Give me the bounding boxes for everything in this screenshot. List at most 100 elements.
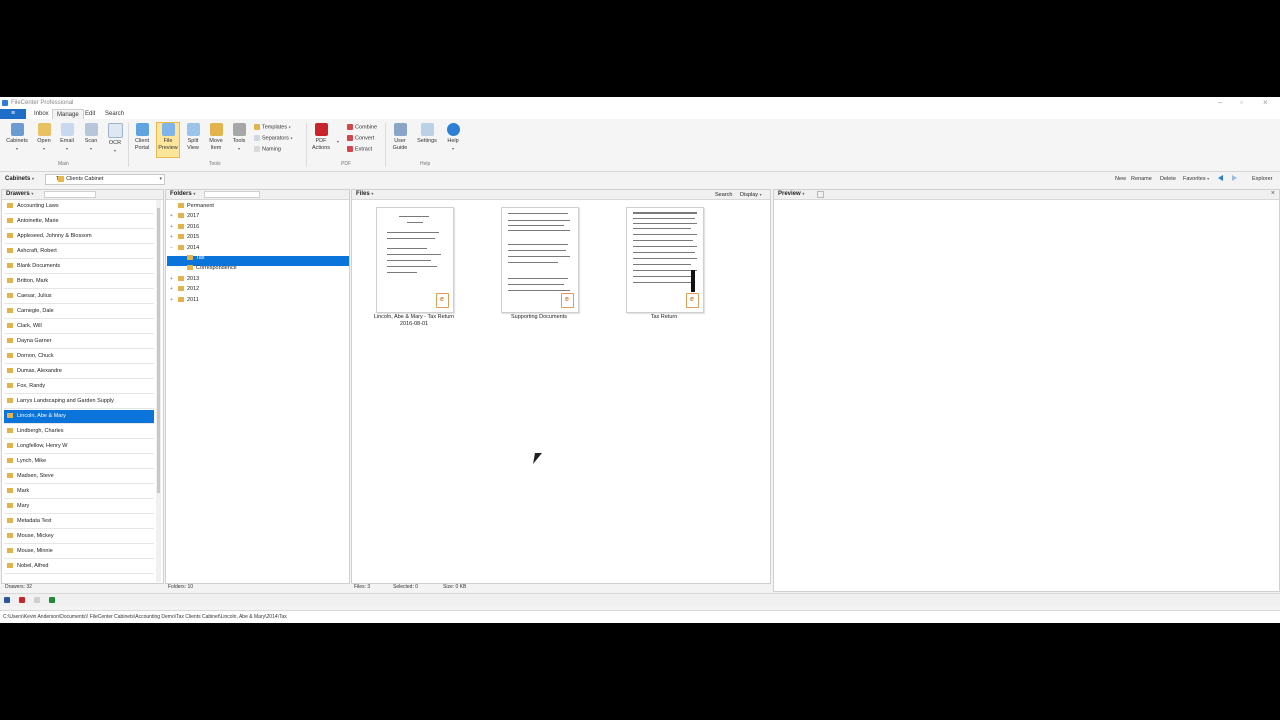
drawer-item[interactable]: Britton, Mark	[4, 275, 154, 289]
forward-arrow-icon[interactable]	[1232, 175, 1237, 181]
file-thumbnail[interactable]: Lincoln, Abe & Mary - Tax Return 2016-08…	[368, 207, 460, 329]
blank-document-icon[interactable]	[34, 597, 40, 603]
tab-manage[interactable]: Manage	[52, 109, 84, 119]
tab-edit[interactable]: Edit	[81, 109, 99, 119]
explorer-link[interactable]: Explorer	[1252, 176, 1272, 182]
drawer-item[interactable]: Madsen, Steve	[4, 470, 154, 484]
folder-item[interactable]: +2012	[170, 284, 199, 294]
expand-toggle-icon[interactable]: −	[170, 243, 175, 253]
pdf-actions-button[interactable]: PDF Actions	[310, 123, 332, 152]
drawers-scrollbar[interactable]	[156, 200, 161, 582]
folder-item[interactable]: +2017	[170, 211, 199, 221]
file-preview-button[interactable]: File Preview	[156, 122, 180, 158]
drawer-item[interactable]: Antoinette, Marie	[4, 215, 154, 229]
pdf-icon[interactable]	[19, 597, 25, 603]
app-menu-button[interactable]: ≡	[0, 109, 26, 119]
drawer-item[interactable]: Carnegie, Dale	[4, 305, 154, 319]
group-label-pdf: PDF	[341, 161, 351, 167]
drawer-item[interactable]: Lynch, Mike	[4, 455, 154, 469]
tools-button[interactable]: Tools ▾	[228, 123, 250, 153]
drawer-item[interactable]: Blank Documents	[4, 260, 154, 274]
files-display-link[interactable]: Display ▾	[740, 192, 762, 198]
minimize-icon[interactable]: –	[1218, 98, 1222, 107]
split-view-button[interactable]: Split View	[182, 123, 204, 152]
user-guide-button[interactable]: User Guide	[389, 123, 411, 152]
settings-button[interactable]: Settings	[416, 123, 438, 145]
drawers-filter-input[interactable]	[44, 191, 96, 198]
convert-button[interactable]: Convert	[347, 135, 374, 141]
file-thumbnail[interactable]: Tax Return	[618, 207, 710, 329]
pdf-actions-caret[interactable]: ▾	[337, 139, 339, 144]
expand-toggle-icon[interactable]: +	[170, 232, 175, 242]
folder-item[interactable]: Tax	[179, 253, 205, 263]
rename-link[interactable]: Rename	[1131, 176, 1152, 182]
folders-title[interactable]: Folders ▾	[170, 191, 195, 197]
file-thumbnail[interactable]: Supporting Documents	[493, 207, 585, 329]
expand-toggle-icon[interactable]: +	[170, 211, 175, 221]
extract-button[interactable]: Extract	[347, 146, 372, 152]
drawer-item[interactable]: Mouse, Mickey	[4, 530, 154, 544]
tab-search[interactable]: Search	[101, 109, 128, 119]
ocr-button[interactable]: OCR ▾	[104, 123, 126, 155]
client-portal-button[interactable]: Client Portal	[131, 123, 153, 152]
drawer-item[interactable]: Dornon, Chuck	[4, 350, 154, 364]
folder-item[interactable]: Correspondence	[179, 263, 237, 273]
drawer-item[interactable]: Longfellow, Henry W	[4, 440, 154, 454]
folder-item[interactable]: Permanent	[170, 201, 214, 211]
templates-button[interactable]: Templates ▾	[254, 124, 291, 130]
expand-toggle-icon[interactable]: +	[170, 274, 175, 284]
files-title[interactable]: Files ▾	[356, 191, 373, 197]
favorites-link[interactable]: Favorites ▾	[1183, 176, 1209, 182]
drawer-item[interactable]: Larrys Landscaping and Garden Supply	[4, 395, 154, 409]
drawer-item[interactable]: Nobel, Alfred	[4, 560, 154, 574]
email-button[interactable]: Email ▾	[56, 123, 78, 153]
cabinet-select[interactable]: Tax Clients Cabinet ▾	[45, 174, 165, 185]
drawer-item[interactable]: Mark	[4, 485, 154, 499]
close-icon[interactable]: ×	[1263, 98, 1268, 107]
expand-toggle-icon[interactable]: +	[170, 295, 175, 305]
expand-toggle-icon[interactable]: +	[170, 284, 175, 294]
drawer-item[interactable]: Lincoln, Abe & Mary	[4, 410, 154, 424]
scan-button[interactable]: Scan ▾	[80, 123, 102, 153]
combine-button[interactable]: Combine	[347, 124, 377, 130]
delete-link[interactable]: Delete	[1160, 176, 1176, 182]
drawer-item[interactable]: Caesar, Julius	[4, 290, 154, 304]
folder-item[interactable]: − 2014	[170, 243, 199, 253]
cabinets-button[interactable]: Cabinets ▾	[6, 123, 28, 153]
scrollbar-thumb[interactable]	[157, 208, 160, 493]
drawers-title[interactable]: Drawers ▾	[6, 191, 33, 197]
excel-icon[interactable]	[49, 597, 55, 603]
maximize-icon[interactable]: ▫	[1240, 98, 1243, 107]
word-icon[interactable]	[4, 597, 10, 603]
drawer-item[interactable]: Ashcraft, Robert	[4, 245, 154, 259]
files-search-link[interactable]: Search	[715, 192, 732, 198]
drawer-item[interactable]: Dayna Garner	[4, 335, 154, 349]
folder-item[interactable]: +2015	[170, 232, 199, 242]
drawer-item[interactable]: Fox, Randy	[4, 380, 154, 394]
tab-inbox[interactable]: Inbox	[30, 109, 53, 119]
drawer-item[interactable]: Mary	[4, 500, 154, 514]
drawer-item[interactable]: Mouse, Minnie	[4, 545, 154, 559]
drawer-item[interactable]: Dumas, Alexandre	[4, 365, 154, 379]
drawer-item[interactable]: Lindbergh, Charles	[4, 425, 154, 439]
folder-item[interactable]: +2013	[170, 274, 199, 284]
separators-button[interactable]: Separators ▾	[254, 135, 292, 141]
new-link[interactable]: New	[1115, 176, 1126, 182]
drawer-item[interactable]: Metadata Test	[4, 515, 154, 529]
folders-filter-input[interactable]	[204, 191, 260, 198]
drawer-item[interactable]: Appleseed, Johnny & Blossom	[4, 230, 154, 244]
expand-toggle-icon[interactable]: +	[170, 222, 175, 232]
drawer-item[interactable]: Accounting Laws	[4, 200, 154, 214]
folder-icon	[178, 296, 184, 302]
help-button[interactable]: Help ▾	[442, 123, 464, 153]
naming-button[interactable]: Naming	[254, 146, 281, 152]
folder-item[interactable]: +2011	[170, 295, 199, 305]
cabinets-label[interactable]: Cabinets ▾	[5, 176, 34, 182]
back-arrow-icon[interactable]	[1218, 175, 1223, 181]
drawer-item[interactable]: Clark, Will	[4, 320, 154, 334]
open-button[interactable]: Open ▾	[33, 123, 55, 153]
folder-item[interactable]: +2016	[170, 222, 199, 232]
preview-close-icon[interactable]: ×	[1271, 190, 1275, 197]
move-item-button[interactable]: Move Item	[205, 123, 227, 152]
preview-title[interactable]: Preview ▾	[778, 191, 804, 197]
